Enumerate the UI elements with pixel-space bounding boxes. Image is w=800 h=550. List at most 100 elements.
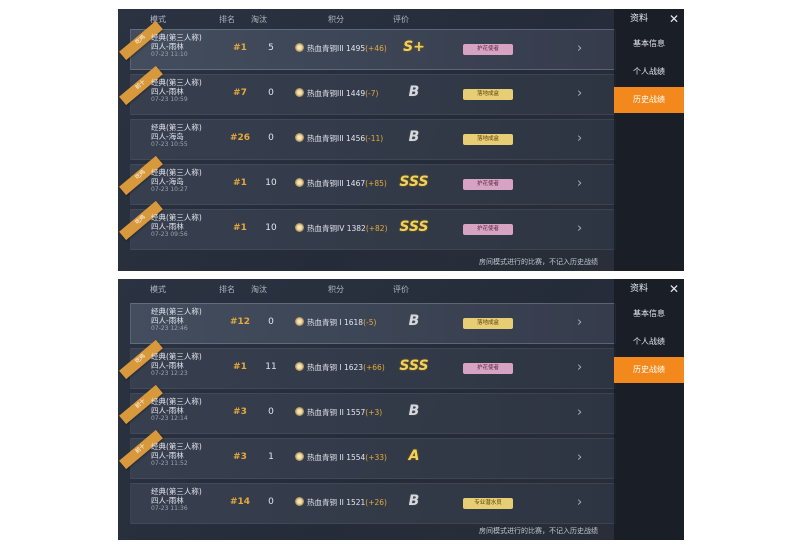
score-value: 热血青铜III 1449(-7) (295, 88, 378, 99)
score-delta: (-11) (365, 134, 384, 143)
tier-badge-icon (295, 317, 304, 326)
table-row[interactable]: 吃鸡 经典(第三人称) 四人-雨林 07-23 09:56 #1 10 热血青铜IV… (119, 200, 616, 250)
map-label: 四人-雨林 (151, 221, 184, 231)
match-time: 07-23 10:59 (151, 96, 188, 103)
map-label: 四人-雨林 (151, 315, 184, 325)
chevron-right-icon[interactable]: › (577, 176, 582, 191)
chevron-right-icon[interactable]: › (577, 405, 582, 420)
header-score: 积分 (328, 285, 344, 294)
title-tag: 落地成盒 (463, 134, 513, 145)
map-label: 四人-雨林 (151, 450, 184, 460)
match-time: 07-23 11:36 (151, 505, 188, 512)
header-grade: 评价 (393, 285, 409, 294)
table-row[interactable]: 前十 经典(第三人称) 四人-雨林 07-23 12:14 #3 0 热血青铜 II… (119, 384, 616, 434)
match-time: 07-23 12:14 (151, 415, 188, 422)
grade-badge: A (408, 448, 420, 464)
map-label: 四人-海岛 (151, 176, 184, 186)
chevron-right-icon[interactable]: › (577, 131, 582, 146)
map-label: 四人-雨林 (151, 360, 184, 370)
chevron-right-icon[interactable]: › (577, 450, 582, 465)
history-panel-2: 模式 排名 淘汰 积分 评价 经典(第三人称) 四人-雨林 07-23 12:46 … (118, 279, 684, 540)
score-delta: (-7) (365, 89, 379, 98)
score-text: 热血青铜III 1495 (307, 44, 366, 53)
grade-badge: S+ (403, 39, 425, 55)
sidebar: 资料 ✕ 基本信息 个人战绩 历史战绩 (614, 279, 684, 540)
rank-value: #3 (233, 407, 247, 417)
map-label: 四人-雨林 (151, 405, 184, 415)
score-value: 热血青铜III 1495(+46) (295, 43, 387, 54)
title-tag: 护花使者 (463, 179, 513, 190)
table-row[interactable]: 前十 经典(第三人称) 四人-雨林 07-23 11:52 #3 1 热血青铜 II… (119, 429, 616, 479)
chevron-right-icon[interactable]: › (577, 360, 582, 375)
sidebar-item-personal-stats[interactable]: 个人战绩 (614, 59, 684, 85)
grade-badge: B (408, 84, 420, 100)
kills-value: 1 (268, 452, 274, 462)
rank-value: #1 (233, 178, 247, 188)
score-delta: (+66) (363, 363, 385, 372)
score-value: 热血青铜 I 1618(-5) (295, 317, 376, 328)
score-delta: (+33) (365, 453, 387, 462)
rank-value: #26 (229, 133, 251, 143)
grade-badge: B (408, 313, 420, 329)
kills-value: 5 (268, 43, 274, 53)
score-value: 热血青铜 II 1521(+26) (295, 497, 387, 508)
sidebar-item-match-history[interactable]: 历史战绩 (614, 87, 684, 113)
match-time: 07-23 12:46 (151, 325, 188, 332)
table-row[interactable]: 吃鸡 经典(第三人称) 四人-海岛 07-23 10:27 #1 10 热血青铜II… (119, 155, 616, 205)
grade-badge: SSS (399, 219, 429, 235)
close-icon[interactable]: ✕ (666, 11, 682, 27)
grade-badge: B (408, 403, 420, 419)
chevron-right-icon[interactable]: › (577, 315, 582, 330)
sidebar-item-personal-stats[interactable]: 个人战绩 (614, 329, 684, 355)
table-row[interactable]: 经典(第三人称) 四人-海岛 07-23 10:55 #26 0 热血青铜III 1… (130, 119, 616, 160)
rank-value: #3 (233, 452, 247, 462)
tier-badge-icon (295, 223, 304, 232)
table-row[interactable]: 经典(第三人称) 四人-雨林 07-23 12:46 #12 0 热血青铜 I 16… (130, 303, 616, 344)
score-text: 热血青铜 I 1618 (307, 318, 364, 327)
title-tag: 护花使者 (463, 44, 513, 55)
table-row[interactable]: 经典(第三人称) 四人-雨林 07-23 11:36 #14 0 热血青铜 II 1… (130, 483, 616, 524)
title-tag: 落地成盒 (463, 318, 513, 329)
sidebar-title: 资料 (629, 284, 648, 294)
score-text: 热血青铜III 1456 (307, 134, 366, 143)
chevron-right-icon[interactable]: › (577, 221, 582, 236)
score-text: 热血青铜 II 1521 (307, 498, 366, 507)
kills-value: 0 (268, 407, 274, 417)
title-tag: 护花使者 (463, 224, 513, 235)
table-row[interactable]: 吃鸡 经典(第三人称) 四人-雨林 07-23 11:10 #1 5 热血青铜III… (119, 20, 616, 70)
map-label: 四人-海岛 (151, 131, 184, 141)
kills-value: 10 (265, 178, 277, 188)
kills-value: 0 (268, 88, 274, 98)
score-delta: (+46) (365, 44, 387, 53)
score-value: 热血青铜III 1467(+85) (295, 178, 387, 189)
score-delta: (-5) (363, 318, 377, 327)
score-value: 热血青铜 II 1554(+33) (295, 452, 387, 463)
table-row[interactable]: 吃鸡 经典(第三人称) 四人-雨林 07-23 12:23 #1 11 热血青铜 I… (119, 339, 616, 389)
chevron-right-icon[interactable]: › (577, 86, 582, 101)
score-text: 热血青铜III 1467 (307, 179, 366, 188)
rank-value: #7 (233, 88, 247, 98)
map-label: 四人-雨林 (151, 41, 184, 51)
match-time: 07-23 11:52 (151, 460, 188, 467)
sidebar-item-basic-info[interactable]: 基本信息 (614, 31, 684, 57)
title-tag: 护花使者 (463, 363, 513, 374)
score-text: 热血青铜IV 1382 (307, 224, 366, 233)
sidebar-item-match-history[interactable]: 历史战绩 (614, 357, 684, 383)
kills-value: 10 (265, 223, 277, 233)
header-kills: 淘汰 (251, 285, 267, 294)
close-icon[interactable]: ✕ (666, 281, 682, 297)
sidebar-title: 资料 (629, 14, 648, 24)
score-value: 热血青铜 I 1623(+66) (295, 362, 385, 373)
sidebar-item-basic-info[interactable]: 基本信息 (614, 301, 684, 327)
table-row[interactable]: 前十 经典(第三人称) 四人-雨林 07-23 10:59 #7 0 热血青铜III… (119, 65, 616, 115)
grade-badge: B (408, 493, 420, 509)
tier-badge-icon (295, 178, 304, 187)
header-rank: 排名 (219, 15, 235, 24)
chevron-right-icon[interactable]: › (577, 41, 582, 56)
score-value: 热血青铜III 1456(-11) (295, 133, 383, 144)
match-time: 07-23 10:27 (151, 186, 188, 193)
kills-value: 11 (265, 362, 277, 372)
title-tag: 落地成盒 (463, 89, 513, 100)
chevron-right-icon[interactable]: › (577, 495, 582, 510)
rank-value: #1 (233, 362, 247, 372)
